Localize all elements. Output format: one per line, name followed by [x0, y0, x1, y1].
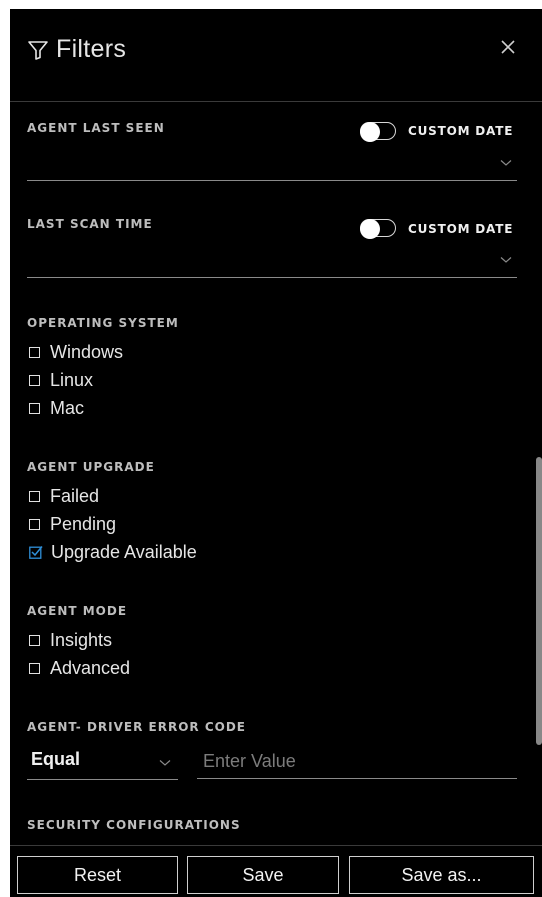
checkbox-box [29, 374, 40, 386]
chevron-down-icon [500, 257, 512, 263]
checkbox-linux[interactable]: Linux [29, 368, 93, 392]
checkbox-upgrade-available[interactable]: Upgrade Available [29, 540, 197, 564]
checkbox-box [29, 634, 40, 646]
checkbox-box [29, 518, 40, 530]
checkbox-label: Failed [50, 485, 100, 506]
save-as-button[interactable]: Save as... [349, 856, 534, 894]
scrollbar-thumb[interactable] [536, 457, 542, 745]
panel-footer: Reset Save Save as... [10, 845, 542, 897]
checkbox-label: Mac [50, 397, 85, 418]
panel-header: Filters [10, 9, 542, 102]
operating-system-label: OPERATING SYSTEM [27, 316, 179, 330]
agent-upgrade-label: AGENT UPGRADE [27, 460, 155, 474]
save-button[interactable]: Save [187, 856, 339, 894]
checkbox-windows[interactable]: Windows [29, 340, 123, 364]
checkbox-label: Insights [50, 629, 113, 650]
error-code-value-input[interactable] [197, 745, 517, 779]
toggle-knob [359, 121, 380, 142]
checkbox-box [29, 662, 40, 674]
last-scan-time-underline [27, 277, 517, 278]
agent-mode-label: AGENT MODE [27, 604, 128, 618]
filter-icon [28, 41, 48, 60]
agent-last-seen-dropdown[interactable] [27, 149, 517, 181]
last-scan-time-label: LAST SCAN TIME [27, 217, 153, 231]
checkbox-advanced[interactable]: Advanced [29, 656, 130, 680]
agent-last-seen-custom-date-toggle[interactable] [359, 121, 396, 142]
agent-last-seen-label: AGENT LAST SEEN [27, 121, 165, 135]
checkbox-insights[interactable]: Insights [29, 628, 112, 652]
operator-value: Equal [31, 749, 81, 769]
last-scan-time-custom-date-toggle[interactable] [359, 218, 396, 239]
checkbox-mac[interactable]: Mac [29, 396, 84, 420]
close-icon[interactable] [498, 37, 518, 57]
filters-panel: Filters AGENT LAST SEEN CUSTOM DATE LAST… [10, 9, 542, 897]
checkbox-label: Pending [50, 513, 117, 534]
checkbox-label: Windows [50, 341, 124, 362]
chevron-down-icon [500, 160, 512, 166]
checkbox-box [29, 490, 40, 502]
toggle-knob [359, 218, 380, 239]
checkbox-label: Linux [50, 369, 94, 390]
driver-error-code-label: AGENT- DRIVER ERROR CODE [27, 720, 246, 734]
checkbox-failed[interactable]: Failed [29, 484, 99, 508]
panel-title: Filters [56, 35, 127, 63]
chevron-down-icon [159, 760, 171, 766]
operator-select[interactable]: Equal [27, 745, 178, 780]
checkbox-label: Upgrade Available [51, 541, 197, 562]
reset-button[interactable]: Reset [17, 856, 178, 894]
checked-checkbox-icon [29, 546, 43, 559]
checkbox-pending[interactable]: Pending [29, 512, 116, 536]
checkbox-box [29, 346, 40, 358]
last-scan-time-dropdown[interactable] [27, 246, 517, 278]
agent-last-seen-custom-date-label: CUSTOM DATE [408, 124, 514, 138]
security-configurations-label: SECURITY CONFIGURATIONS [27, 818, 241, 832]
last-scan-time-custom-date-label: CUSTOM DATE [408, 222, 514, 236]
checkbox-label: Advanced [50, 657, 131, 678]
checkbox-box [29, 402, 40, 414]
agent-last-seen-underline [27, 180, 517, 181]
